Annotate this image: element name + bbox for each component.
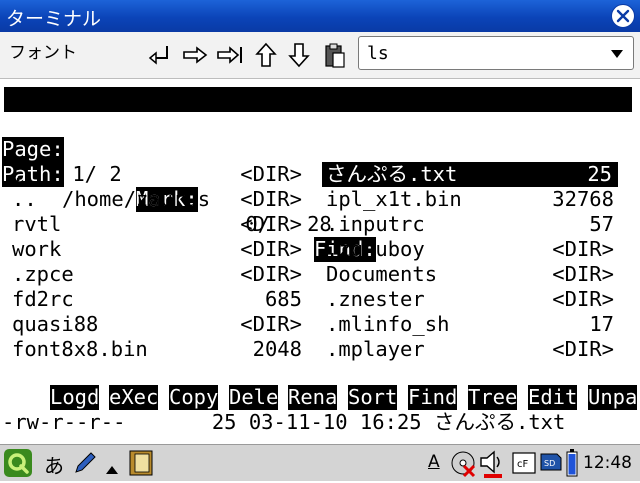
media-button[interactable] — [450, 450, 478, 482]
start-button[interactable] — [4, 449, 32, 481]
fd-path-line: Path: /home/zaurus — [0, 137, 640, 211]
triangle-up-icon — [106, 466, 118, 474]
space-key-button[interactable] — [181, 42, 208, 68]
battery-button[interactable] — [566, 449, 578, 481]
cd-disabled-icon — [451, 451, 476, 478]
pen-icon — [75, 452, 96, 473]
command-select[interactable]: ls — [358, 36, 634, 70]
file-entry[interactable]: .znester <DIR> — [0, 287, 640, 312]
sd-card-icon: SD — [540, 453, 562, 471]
battery-icon — [566, 449, 578, 477]
file-info: <DIR> — [240, 162, 302, 186]
file-info: 32768 — [552, 187, 614, 211]
paste-button[interactable] — [322, 42, 348, 68]
clock: 12:48 — [583, 453, 632, 473]
file-entry[interactable]: ipl_x1t.bin 32768 — [0, 187, 640, 212]
cf-card-icon: cF — [512, 452, 536, 474]
function-key-bar: Logd eXec Copy Dele Rena Sort Find Tree Edit Unpa — [0, 385, 640, 410]
function-key-exec[interactable]: eXec — [109, 385, 159, 410]
svg-text:cF: cF — [517, 459, 528, 470]
file-info: 17 — [589, 312, 614, 336]
file-info: <DIR> — [552, 237, 614, 261]
window-title: ターミナル — [6, 8, 102, 30]
terminal-screen[interactable]: FD Ver.2.05c# 04-02-04 12:48 Page: 1/ 2 … — [0, 79, 640, 443]
down-arrow-icon — [288, 43, 310, 68]
function-key-rena[interactable]: Rena — [288, 385, 338, 410]
file-entry[interactable]: さんぷる.txt 25 — [322, 162, 618, 187]
sd-card-button[interactable]: SD — [540, 453, 562, 475]
command-value: ls — [367, 43, 389, 64]
up-arrow-icon — [255, 42, 277, 67]
file-entry[interactable]: .zgnuboy <DIR> — [0, 237, 640, 262]
file-name: さんぷる.txt — [326, 162, 458, 186]
file-name: .znester — [326, 287, 425, 311]
enter-icon — [148, 46, 168, 65]
file-info: 57 — [589, 212, 614, 236]
fd-header-bar: FD Ver.2.05c# 04-02-04 12:48 — [4, 87, 632, 161]
file-entry[interactable]: Documents <DIR> — [0, 262, 640, 287]
keyboard-indicator[interactable]: A — [428, 452, 440, 472]
file-name: .mplayer — [326, 337, 425, 361]
volume-button[interactable] — [478, 449, 506, 483]
file-name: .inputrc — [326, 212, 425, 236]
tab-icon — [217, 46, 242, 64]
function-key-sort[interactable]: Sort — [348, 385, 398, 410]
fd-status-line: Page: 1/ 2 Mark: 0/ 28 Find: — [0, 112, 640, 262]
function-key-dele[interactable]: Dele — [229, 385, 279, 410]
file-info: <DIR> — [552, 262, 614, 286]
down-key-button[interactable] — [287, 42, 313, 68]
tab-key-button[interactable] — [216, 42, 242, 68]
file-name: .zgnuboy — [326, 237, 425, 261]
function-key-edit[interactable]: Edit — [528, 385, 578, 410]
file-name: ipl_x1t.bin — [326, 187, 462, 211]
close-icon — [616, 9, 630, 23]
file-entry[interactable]: .mlinfo_sh 17 — [0, 312, 640, 337]
handwriting-button[interactable] — [72, 450, 98, 480]
taskbar: あ A cF SD 12:48 — [0, 444, 640, 481]
notebook-icon — [129, 450, 153, 476]
close-button[interactable] — [611, 4, 635, 28]
file-entry[interactable]: .mplayer <DIR> — [0, 337, 640, 362]
function-key-copy[interactable]: Copy — [169, 385, 219, 410]
file-info: <DIR> — [552, 337, 614, 361]
enter-key-button[interactable] — [147, 42, 173, 68]
file-entry[interactable]: .inputrc 57 — [0, 212, 640, 237]
file-name: . — [12, 162, 25, 186]
space-arrow-icon — [183, 46, 208, 64]
function-key-unpa[interactable]: Unpa — [588, 385, 638, 410]
file-name: Documents — [326, 262, 438, 286]
clipboard-icon — [325, 43, 345, 68]
qtopia-logo-icon — [4, 449, 32, 477]
input-method-menu[interactable] — [106, 459, 118, 478]
taskbar-app-button[interactable] — [128, 449, 154, 481]
function-key-find[interactable]: Find — [408, 385, 458, 410]
font-menu[interactable]: フォント — [9, 38, 77, 63]
cf-card-button[interactable]: cF — [512, 452, 536, 478]
function-key-tree[interactable]: Tree — [468, 385, 518, 410]
file-info-line: -rw-r--r-- 25 03-11-10 16:25 さんぷる.txt — [2, 410, 566, 434]
function-key-logd[interactable]: Logd — [50, 385, 100, 410]
window-titlebar: ターミナル — [0, 0, 640, 32]
svg-text:SD: SD — [544, 459, 555, 468]
input-mode-indicator[interactable]: あ — [44, 450, 64, 479]
file-info: 25 — [587, 162, 612, 186]
file-name: .mlinfo_sh — [326, 312, 450, 336]
chevron-down-icon — [611, 50, 623, 58]
terminal-toolbar: フォント ls — [0, 32, 640, 79]
speaker-icon — [480, 450, 502, 478]
file-info: <DIR> — [552, 287, 614, 311]
up-key-button[interactable] — [254, 42, 280, 68]
